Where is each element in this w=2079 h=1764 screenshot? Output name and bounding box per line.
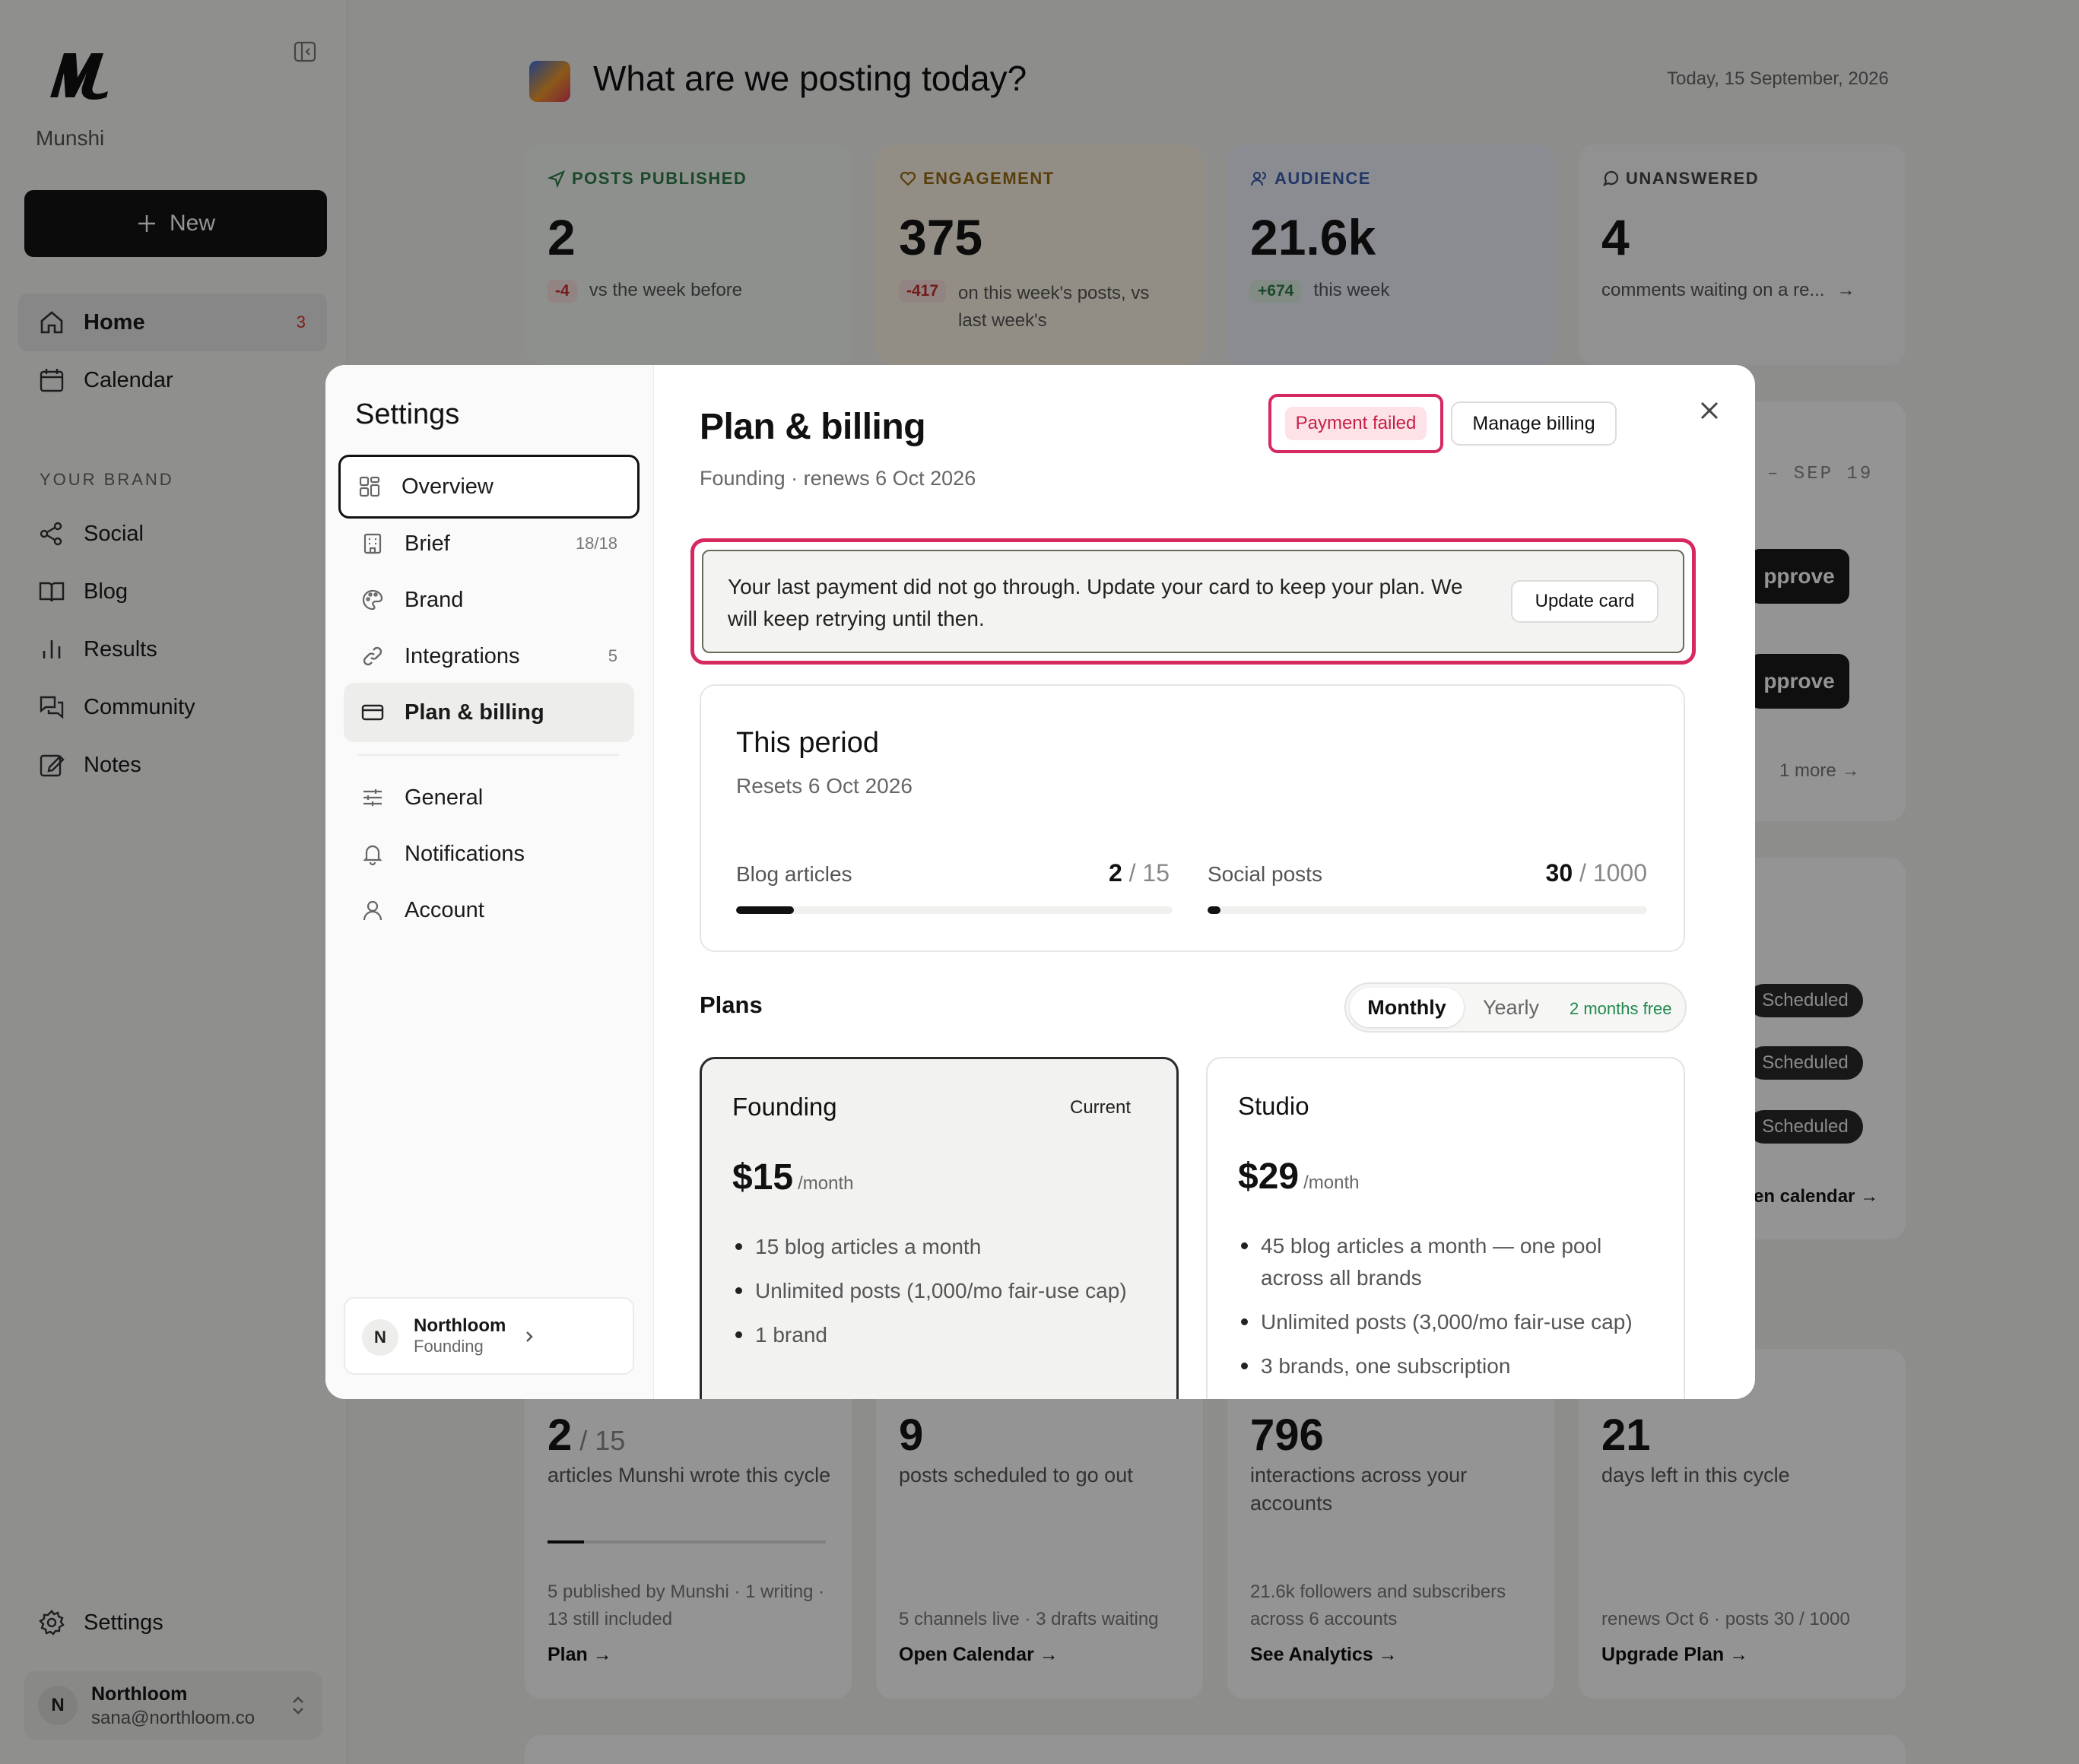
- meter-value: 2 / 15: [1108, 859, 1170, 887]
- chevron-right-icon: [523, 1328, 535, 1346]
- plan-feature: 3 brands, one subscription: [1238, 1350, 1656, 1382]
- yearly-option[interactable]: Yearly: [1483, 996, 1539, 1020]
- settings-title: Settings: [355, 398, 460, 430]
- update-card-button[interactable]: Update card: [1511, 580, 1658, 623]
- plan-features: 45 blog articles a month — one pool acro…: [1238, 1230, 1656, 1394]
- billing-title: Plan & billing: [700, 407, 926, 447]
- payment-failed-badge: Payment failed: [1284, 407, 1427, 440]
- user-icon: [360, 898, 385, 922]
- integrations-count: 5: [608, 646, 617, 665]
- period-resets: Resets 6 Oct 2026: [736, 774, 913, 798]
- palette-icon: [360, 588, 385, 612]
- sliders-icon: [360, 785, 385, 810]
- meter-value: 30 / 1000: [1545, 859, 1647, 887]
- blog-articles-meter: [736, 906, 1173, 914]
- settings-tab-brief[interactable]: Brief 18/18: [344, 514, 634, 573]
- grid-icon: [357, 474, 382, 499]
- meter-fill: [1208, 906, 1221, 914]
- plan-feature: 1 brand: [732, 1319, 1151, 1351]
- plan-card-studio[interactable]: Studio $29/month 45 blog articles a mont…: [1206, 1057, 1685, 1399]
- link-icon: [360, 644, 385, 668]
- settings-modal: Settings Overview Brief 18/18 Brand Inte…: [325, 365, 1755, 1399]
- plan-features: 15 blog articles a month Unlimited posts…: [732, 1231, 1151, 1363]
- billing-subtitle: Founding · renews 6 Oct 2026: [700, 467, 976, 490]
- settings-tab-label: Overview: [402, 474, 494, 499]
- workspace-switcher[interactable]: N Northloom Founding: [344, 1297, 634, 1375]
- settings-tab-integrations[interactable]: Integrations 5: [344, 627, 634, 686]
- nav-divider: [357, 754, 619, 756]
- usage-period-card: This period Resets 6 Oct 2026 Blog artic…: [700, 684, 1685, 952]
- alert-message: Your last payment did not go through. Up…: [728, 575, 1463, 630]
- payment-status-highlight: Payment failed: [1268, 394, 1443, 453]
- yearly-discount-badge: 2 months free: [1570, 999, 1672, 1018]
- payment-alert-highlight: Your last payment did not go through. Up…: [690, 538, 1696, 665]
- settings-tab-account[interactable]: Account: [344, 880, 634, 940]
- settings-tab-label: Brand: [405, 587, 464, 612]
- plan-card-founding[interactable]: Founding Current $15/month 15 blog artic…: [700, 1057, 1179, 1399]
- settings-tab-label: General: [405, 785, 484, 810]
- workspace-plan: Founding: [414, 1337, 484, 1356]
- plan-price: $15/month: [732, 1157, 854, 1198]
- close-icon[interactable]: [1694, 395, 1725, 426]
- credit-card-icon: [360, 700, 385, 725]
- current-plan-badge: Current: [1070, 1097, 1132, 1118]
- settings-tab-overview[interactable]: Overview: [338, 455, 640, 519]
- settings-tab-label: Plan & billing: [405, 700, 544, 725]
- brief-count: 18/18: [575, 534, 617, 553]
- social-posts-meter: [1208, 906, 1647, 914]
- settings-tab-plan-billing[interactable]: Plan & billing: [344, 683, 634, 742]
- monthly-option[interactable]: Monthly: [1350, 988, 1464, 1027]
- workspace-name: Northloom: [414, 1315, 506, 1336]
- settings-tab-label: Account: [405, 897, 484, 922]
- plan-price: $29/month: [1238, 1156, 1360, 1197]
- settings-tab-notifications[interactable]: Notifications: [344, 824, 634, 884]
- building-icon: [360, 531, 385, 556]
- bell-icon: [360, 842, 385, 866]
- meter-label: Social posts: [1208, 862, 1322, 886]
- plan-feature: Unlimited posts (1,000/mo fair-use cap): [732, 1275, 1151, 1307]
- payment-failed-alert: Your last payment did not go through. Up…: [702, 550, 1684, 653]
- settings-tab-label: Brief: [405, 531, 450, 556]
- manage-billing-button[interactable]: Manage billing: [1451, 401, 1617, 446]
- plans-heading: Plans: [700, 991, 763, 1018]
- settings-tab-label: Integrations: [405, 643, 520, 668]
- settings-tab-brand[interactable]: Brand: [344, 570, 634, 630]
- meter-label: Blog articles: [736, 862, 852, 886]
- workspace-avatar: N: [362, 1319, 398, 1356]
- billing-interval-toggle[interactable]: Monthly Yearly 2 months free: [1344, 982, 1687, 1033]
- plan-feature: 45 blog articles a month — one pool acro…: [1238, 1230, 1656, 1294]
- plan-feature: 15 blog articles a month: [732, 1231, 1151, 1263]
- settings-tab-label: Notifications: [405, 841, 525, 866]
- period-title: This period: [736, 727, 879, 759]
- meter-fill: [736, 906, 795, 914]
- plan-feature: Unlimited posts (3,000/mo fair-use cap): [1238, 1306, 1656, 1338]
- settings-nav: Settings Overview Brief 18/18 Brand Inte…: [325, 365, 654, 1399]
- settings-tab-general[interactable]: General: [344, 768, 634, 827]
- plan-name: Founding: [732, 1093, 837, 1121]
- plan-name: Studio: [1238, 1092, 1309, 1120]
